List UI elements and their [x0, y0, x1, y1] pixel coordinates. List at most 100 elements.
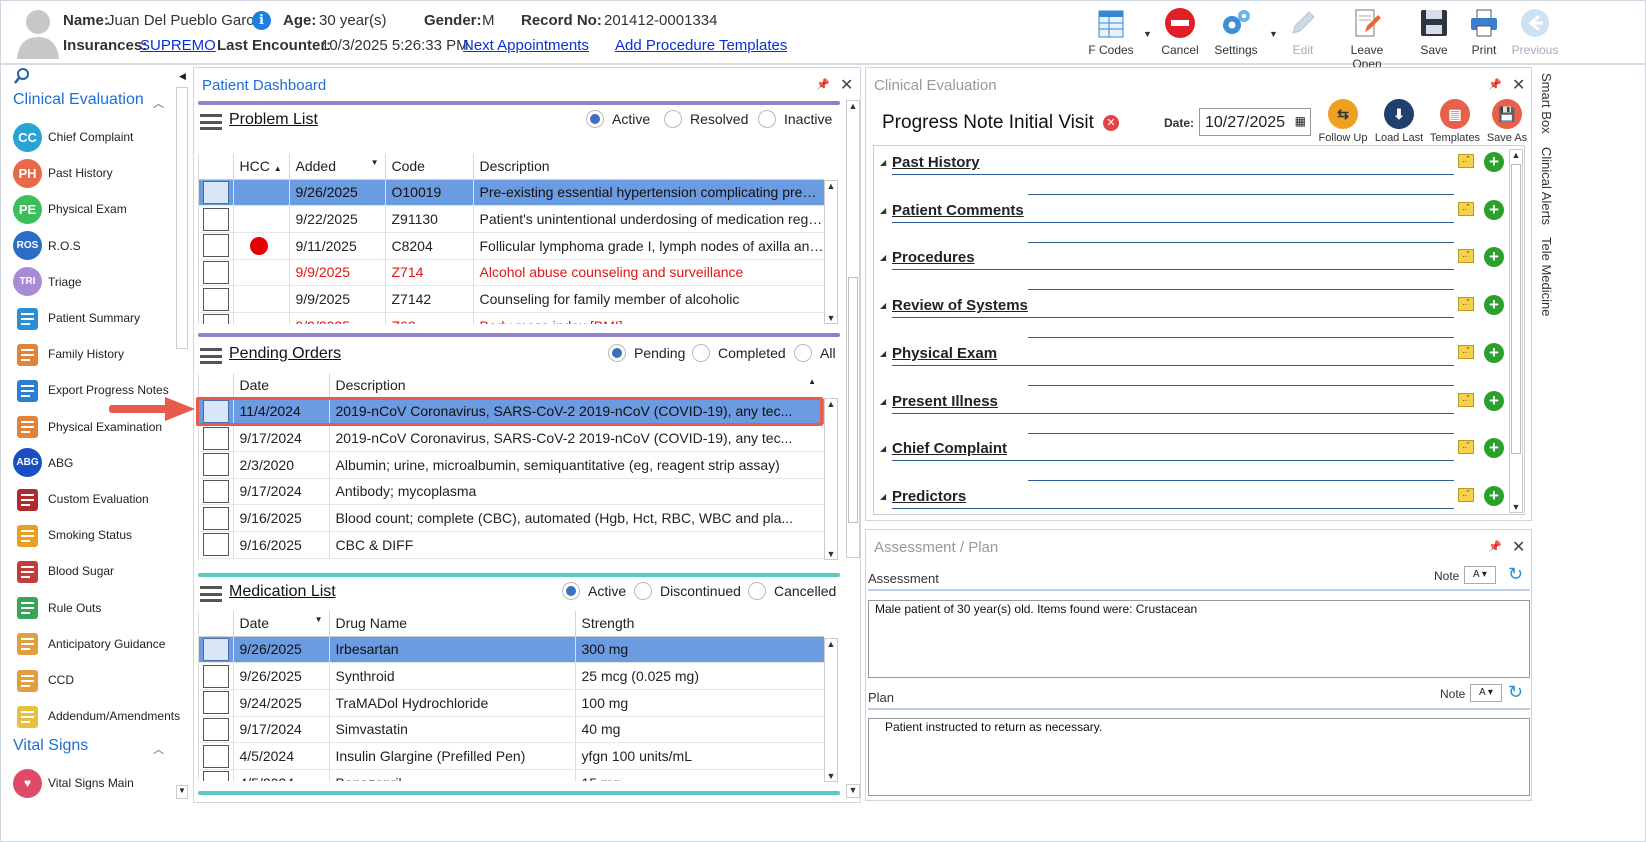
row-checkbox[interactable]: [199, 504, 234, 532]
section-label[interactable]: Predictors: [892, 488, 966, 505]
col-select[interactable]: [199, 611, 234, 637]
table-row[interactable]: 9/26/2025 O10019 Pre-existing essential hy…: [199, 179, 824, 207]
calendar-icon[interactable]: ▦: [1295, 114, 1306, 128]
row-checkbox[interactable]: [199, 285, 234, 313]
orders-filter-all[interactable]: All: [794, 344, 836, 362]
section-label[interactable]: Procedures: [892, 249, 975, 266]
row-checkbox[interactable]: [199, 716, 234, 744]
add-icon[interactable]: +: [1484, 152, 1504, 172]
pin-icon[interactable]: 📌: [1488, 78, 1502, 91]
templates-button[interactable]: ▤ Templates: [1427, 99, 1483, 144]
table-row[interactable]: 9/22/2025 Z91130 Patient's unintentional u…: [199, 205, 824, 233]
dashboard-scroll-down[interactable]: ▼: [846, 784, 860, 798]
orders-filter-completed[interactable]: Completed: [692, 344, 786, 362]
sidebar-item-r-o-s[interactable]: ROS R.O.S: [13, 228, 188, 264]
plan-note-dropdown[interactable]: A ▾: [1470, 684, 1502, 702]
col-date[interactable]: Date ▼: [233, 611, 330, 637]
row-checkbox[interactable]: [199, 636, 234, 664]
previous-button[interactable]: Previous: [1503, 5, 1567, 61]
dashboard-scrollbar[interactable]: ▲: [846, 100, 860, 558]
sidebar-item-vital-signs-main[interactable]: ♥ Vital Signs Main: [13, 765, 188, 801]
add-icon[interactable]: +: [1484, 342, 1504, 363]
row-checkbox[interactable]: [199, 312, 234, 324]
row-checkbox[interactable]: [199, 451, 234, 479]
section-past-history[interactable]: ◢ Past History ..” +: [878, 150, 1508, 198]
note-icon[interactable]: ..”: [1458, 297, 1474, 312]
row-checkbox[interactable]: [199, 179, 234, 207]
medication-list-scrollbar[interactable]: ▲ ▼: [824, 638, 838, 782]
close-icon[interactable]: ✕: [840, 75, 853, 95]
section-chief-complaint[interactable]: ◢ Chief Complaint ..” +: [878, 436, 1508, 484]
row-checkbox[interactable]: [199, 424, 234, 452]
section-present-illness[interactable]: ◢ Present Illness ..” +: [878, 389, 1508, 437]
edit-button[interactable]: Edit: [1271, 5, 1335, 61]
table-row[interactable]: 2/3/2020 Albumin; urine, microalbumin, se…: [199, 451, 824, 479]
row-checkbox[interactable]: [199, 689, 234, 717]
col-strength[interactable]: Strength: [575, 611, 824, 637]
expand-icon[interactable]: ◢: [880, 349, 886, 358]
menu-icon[interactable]: [200, 586, 222, 602]
section-review-of-systems[interactable]: ◢ Review of Systems ..” +: [878, 293, 1508, 341]
pin-icon[interactable]: 📌: [1488, 540, 1502, 553]
tab-clinical-alerts[interactable]: Clinical Alerts: [1539, 147, 1554, 225]
row-checkbox[interactable]: [199, 478, 234, 506]
meds-filter-active[interactable]: Active: [562, 582, 626, 600]
table-row[interactable]: 4/5/2024Benazepril15 mg: [199, 769, 824, 781]
close-icon[interactable]: ✕: [1512, 75, 1525, 95]
row-checkbox[interactable]: [199, 769, 234, 781]
insurance-link[interactable]: SUPREMO: [140, 37, 216, 54]
pin-icon[interactable]: 📌: [816, 78, 830, 91]
assessment-note-dropdown[interactable]: A ▾: [1464, 566, 1496, 584]
tab-smart-box[interactable]: Smart Box: [1539, 73, 1554, 134]
meds-filter-discontinued[interactable]: Discontinued: [634, 582, 741, 600]
row-checkbox[interactable]: [199, 742, 234, 770]
sidebar-item-physical-exam[interactable]: PE Physical Exam: [13, 191, 188, 227]
meds-filter-cancelled[interactable]: Cancelled: [748, 582, 836, 600]
note-icon[interactable]: ..”: [1458, 249, 1474, 264]
col-description[interactable]: Description: [473, 154, 824, 180]
sidebar-item-triage[interactable]: TRI Triage: [13, 264, 188, 300]
plan-textbox[interactable]: Patient instructed to return as necessar…: [868, 718, 1530, 796]
sidebar-item-smoking-status[interactable]: Smoking Status: [13, 517, 188, 553]
row-checkbox[interactable]: [199, 232, 234, 260]
col-code[interactable]: Code: [385, 154, 474, 180]
table-row[interactable]: 9/26/2025 Synthroid 25 mcg (0.025 mg): [199, 662, 824, 690]
sidebar-item-custom-evaluation[interactable]: Custom Evaluation: [13, 481, 188, 517]
fcodes-button[interactable]: F Codes: [1079, 5, 1143, 61]
tab-tele-medicine[interactable]: Tele Medicine: [1539, 237, 1554, 317]
chevron-up-icon[interactable]: ︿: [153, 741, 164, 757]
pending-orders-scrollbar[interactable]: ▲ ▼: [824, 398, 838, 560]
add-icon[interactable]: +: [1484, 295, 1504, 316]
table-row[interactable]: 9/9/2025 Z7142 Counseling for family membe…: [199, 285, 824, 313]
settings-button[interactable]: Settings: [1204, 5, 1268, 61]
table-row[interactable]: 4/5/2024 Insulin Glargine (Prefilled Pen)…: [199, 742, 824, 770]
section-patient-comments[interactable]: ◢ Patient Comments ..” +: [878, 198, 1508, 246]
orders-filter-pending[interactable]: Pending: [608, 344, 685, 362]
add-icon[interactable]: +: [1484, 199, 1504, 220]
table-row[interactable]: 9/16/2025 Blood count; complete (CBC), au…: [199, 504, 824, 532]
expand-icon[interactable]: ◢: [880, 492, 886, 501]
section-procedures[interactable]: ◢ Procedures ..” +: [878, 245, 1508, 293]
note-icon[interactable]: ..”: [1458, 440, 1474, 455]
sidebar-item-family-history[interactable]: Family History: [13, 336, 188, 372]
sidebar-item-patient-summary[interactable]: Patient Summary: [13, 300, 188, 336]
note-icon[interactable]: ..”: [1458, 201, 1474, 216]
sidebar-item-past-history[interactable]: PH Past History: [13, 155, 188, 191]
follow-up-button[interactable]: ⇆ Follow Up: [1315, 99, 1371, 144]
search-icon[interactable]: [13, 67, 31, 85]
expand-icon[interactable]: ◢: [880, 253, 886, 262]
expand-icon[interactable]: ◢: [880, 158, 886, 167]
table-row[interactable]: 9/26/2025 Irbesartan 300 mg: [199, 636, 824, 664]
menu-icon[interactable]: [200, 348, 222, 364]
sidebar-item-abg[interactable]: ABG ABG: [13, 445, 188, 481]
table-row[interactable]: 9/17/2024 Antibody; mycoplasma: [199, 478, 824, 506]
load-last-button[interactable]: ⬇ Load Last: [1371, 99, 1427, 144]
date-field[interactable]: 10/27/2025 ▦: [1199, 108, 1311, 136]
sidebar-item-anticipatory-guidance[interactable]: Anticipatory Guidance: [13, 626, 188, 662]
section-label[interactable]: Past History: [892, 154, 980, 171]
table-row[interactable]: 9/17/2024 2019-nCoV Coronavirus, SARS-CoV…: [199, 424, 824, 452]
sidebar-item-blood-sugar[interactable]: Blood Sugar: [13, 553, 188, 589]
note-icon[interactable]: ..”: [1458, 154, 1474, 168]
col-select[interactable]: [199, 373, 234, 399]
section-predictors[interactable]: ◢ Predictors ..” +: [878, 484, 1508, 514]
